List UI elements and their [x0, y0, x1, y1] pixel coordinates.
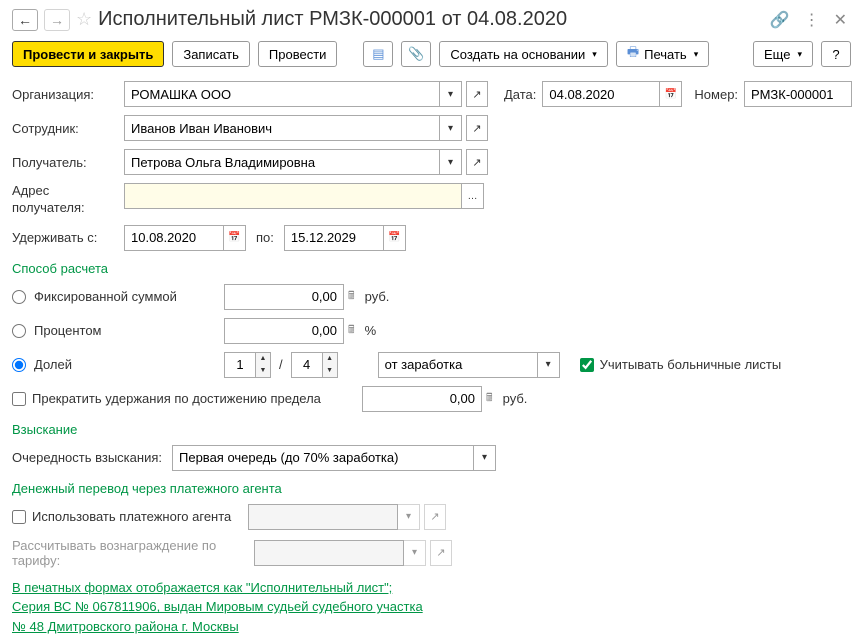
dropdown-button[interactable]: ▾: [440, 81, 462, 107]
withhold-label: Удерживать с:: [12, 230, 124, 245]
denominator-input[interactable]: [292, 353, 322, 377]
dropdown-button[interactable]: ▾: [474, 445, 496, 471]
numerator-input[interactable]: [225, 353, 255, 377]
denominator-spinner[interactable]: ▲▼: [291, 352, 338, 378]
recipient-input[interactable]: [124, 149, 440, 175]
share-radio[interactable]: [12, 358, 26, 372]
menu-icon[interactable]: ⋮: [800, 10, 824, 30]
open-button[interactable]: ↗: [466, 149, 488, 175]
open-button[interactable]: ↗: [466, 81, 488, 107]
stop-limit-label: Прекратить удержания по достижению преде…: [32, 391, 362, 406]
dropdown-button[interactable]: ▾: [538, 352, 560, 378]
collection-section-title: Взыскание: [12, 422, 851, 437]
date-input[interactable]: [542, 81, 660, 107]
create-based-button[interactable]: Создать на основании▾: [439, 41, 607, 67]
org-input[interactable]: [124, 81, 440, 107]
spin-down[interactable]: ▼: [256, 365, 270, 377]
order-label: Очередность взыскания:: [12, 450, 172, 465]
agent-input: [248, 504, 398, 530]
link-icon[interactable]: 🔗: [766, 10, 794, 30]
pct-unit: %: [365, 323, 377, 338]
fixed-value-input[interactable]: [224, 284, 344, 310]
sick-leave-label: Учитывать больничные листы: [600, 357, 782, 372]
calendar-button[interactable]: 📅: [660, 81, 682, 107]
dropdown-button[interactable]: ▾: [404, 540, 426, 566]
number-label: Номер:: [694, 87, 738, 102]
address-label: Адрес получателя:: [12, 183, 124, 217]
employee-input[interactable]: [124, 115, 440, 141]
percent-value-input[interactable]: [224, 318, 344, 344]
rub-unit2: руб.: [503, 391, 528, 406]
favorite-icon[interactable]: ☆: [76, 9, 92, 30]
save-button[interactable]: Записать: [172, 41, 250, 67]
employee-label: Сотрудник:: [12, 121, 124, 136]
rub-unit: руб.: [365, 289, 390, 304]
close-icon[interactable]: ✕: [830, 10, 851, 30]
fee-input: [254, 540, 404, 566]
dropdown-button[interactable]: ▾: [398, 504, 420, 530]
print-button[interactable]: 🖶Печать▾: [616, 41, 709, 67]
numerator-spinner[interactable]: ▲▼: [224, 352, 271, 378]
print-form-link[interactable]: В печатных формах отображается как "Испо…: [12, 578, 432, 637]
open-button[interactable]: ↗: [430, 540, 452, 566]
stop-limit-checkbox[interactable]: [12, 392, 26, 406]
open-button[interactable]: ↗: [466, 115, 488, 141]
calculator-icon[interactable]: 🖩: [344, 321, 359, 340]
dropdown-button[interactable]: ▾: [440, 115, 462, 141]
percent-label: Процентом: [34, 323, 224, 338]
date-label: Дата:: [504, 87, 536, 102]
more-button[interactable]: Еще▾: [753, 41, 813, 67]
window-title: Исполнительный лист РМЗК-000001 от 04.08…: [98, 8, 567, 31]
org-label: Организация:: [12, 87, 124, 102]
movements-button[interactable]: ▤: [363, 41, 393, 67]
calculator-icon[interactable]: 🖩: [482, 389, 497, 408]
address-input[interactable]: [124, 183, 462, 209]
share-label: Долей: [34, 357, 224, 372]
withhold-from-input[interactable]: [124, 225, 224, 251]
calendar-button[interactable]: 📅: [384, 225, 406, 251]
calculator-icon[interactable]: 🖩: [344, 287, 359, 306]
withhold-to-input[interactable]: [284, 225, 384, 251]
spin-up[interactable]: ▲: [256, 353, 270, 365]
spin-down[interactable]: ▼: [323, 365, 337, 377]
number-input[interactable]: [744, 81, 852, 107]
fixed-radio[interactable]: [12, 290, 26, 304]
paperclip-icon: 📎: [408, 46, 424, 62]
attachments-button[interactable]: 📎: [401, 41, 431, 67]
to-label: по:: [256, 230, 274, 245]
recipient-label: Получатель:: [12, 155, 124, 170]
order-input[interactable]: [172, 445, 474, 471]
post-button[interactable]: Провести: [258, 41, 338, 67]
sick-leave-checkbox[interactable]: [580, 358, 594, 372]
percent-radio[interactable]: [12, 324, 26, 338]
spin-up[interactable]: ▲: [323, 353, 337, 365]
agent-section-title: Денежный перевод через платежного агента: [12, 481, 851, 496]
stop-value-input[interactable]: [362, 386, 482, 412]
fee-label: Рассчитывать вознаграждение по тарифу:: [12, 538, 254, 568]
forward-button[interactable]: →: [44, 9, 70, 31]
post-and-close-button[interactable]: Провести и закрыть: [12, 41, 164, 67]
calc-section-title: Способ расчета: [12, 261, 851, 276]
caret-down-icon: ▾: [694, 49, 699, 60]
slash: /: [279, 357, 283, 372]
help-button[interactable]: ?: [821, 41, 851, 67]
calendar-button[interactable]: 📅: [224, 225, 246, 251]
caret-down-icon: ▾: [592, 49, 597, 60]
use-agent-checkbox[interactable]: [12, 510, 26, 524]
caret-down-icon: ▾: [797, 49, 802, 60]
fixed-label: Фиксированной суммой: [34, 289, 224, 304]
printer-icon: 🖶: [627, 43, 639, 65]
open-button[interactable]: ↗: [424, 504, 446, 530]
back-button[interactable]: ←: [12, 9, 38, 31]
dropdown-button[interactable]: ▾: [440, 149, 462, 175]
use-agent-label: Использовать платежного агента: [32, 509, 248, 524]
dots-button[interactable]: …: [462, 183, 484, 209]
document-icon: ▤: [372, 46, 384, 62]
base-input[interactable]: [378, 352, 538, 378]
